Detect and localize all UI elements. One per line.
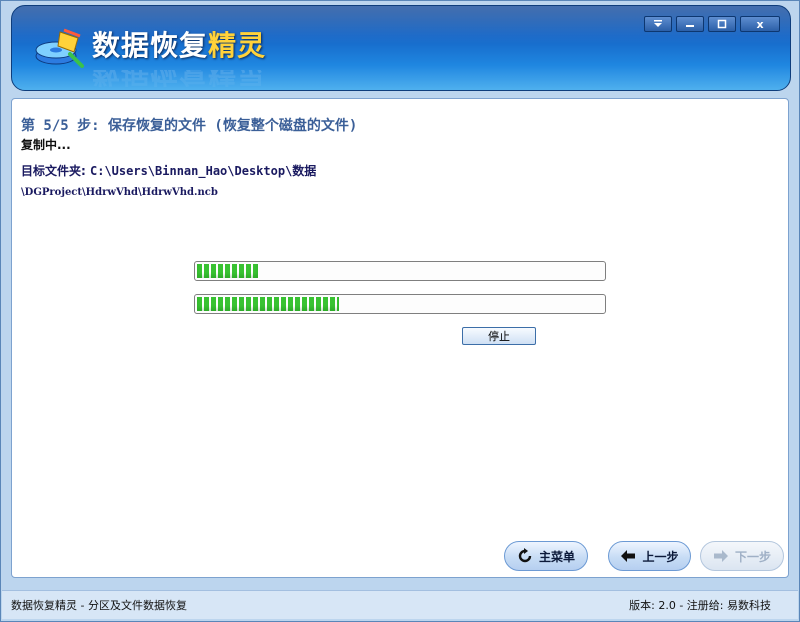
target-folder-label: 目标文件夹:: [21, 164, 86, 178]
file-progress-bar: [194, 261, 606, 281]
arrow-right-icon: [713, 550, 728, 562]
main-menu-button[interactable]: 主菜单: [504, 541, 588, 571]
app-header: 数据恢复精灵 数据恢复精灵 x: [11, 5, 791, 91]
target-folder: 目标文件夹: C:\Users\Binnan_Hao\Desktop\数据: [21, 162, 316, 179]
arrow-left-icon: [621, 550, 636, 562]
minimize-icon: [686, 25, 694, 27]
maximize-icon: [717, 19, 727, 29]
total-progress-fill: [197, 297, 340, 311]
status-bar: 数据恢复精灵 - 分区及文件数据恢复 版本: 2.0 - 注册给: 易数科技: [2, 590, 798, 619]
dropdown-arrow-icon: [654, 20, 662, 27]
status-bar-app-info: 数据恢复精灵 - 分区及文件数据恢复: [11, 599, 187, 612]
close-icon: x: [756, 18, 764, 31]
step-title: 第 5/5 步: 保存恢复的文件 (恢复整个磁盘的文件): [21, 118, 358, 134]
status-bar-version: 版本: 2.0 - 注册给: 易数科技: [629, 599, 771, 612]
target-folder-path: C:\Users\Binnan_Hao\Desktop\数据: [90, 164, 317, 178]
close-button[interactable]: x: [740, 16, 780, 32]
main-menu-label: 主菜单: [538, 549, 575, 564]
refresh-icon: [518, 548, 532, 563]
maximize-button[interactable]: [708, 16, 736, 32]
next-button[interactable]: 下一步: [700, 541, 784, 571]
prev-label: 上一步: [642, 549, 679, 564]
copy-status: 复制中...: [21, 138, 71, 152]
menu-button[interactable]: [644, 16, 672, 32]
total-progress-bar: [194, 294, 606, 314]
disk-recovery-logo-icon: [35, 28, 84, 68]
app-window: 数据恢复精灵 数据恢复精灵 x 第 5/5 步: 保存恢复的文件 (恢复整个磁盘…: [0, 0, 800, 622]
stop-button[interactable]: 停止: [462, 327, 536, 345]
prev-button[interactable]: 上一步: [608, 541, 691, 571]
file-progress-fill: [197, 264, 258, 278]
minimize-button[interactable]: [676, 16, 704, 32]
wizard-panel: 第 5/5 步: 保存恢复的文件 (恢复整个磁盘的文件) 复制中... 目标文件…: [11, 98, 789, 578]
current-file: \DGProject\HdrwVhd\HdrwVhd.ncb: [21, 187, 218, 198]
next-label: 下一步: [734, 549, 771, 564]
app-title: 数据恢复精灵: [92, 29, 267, 62]
